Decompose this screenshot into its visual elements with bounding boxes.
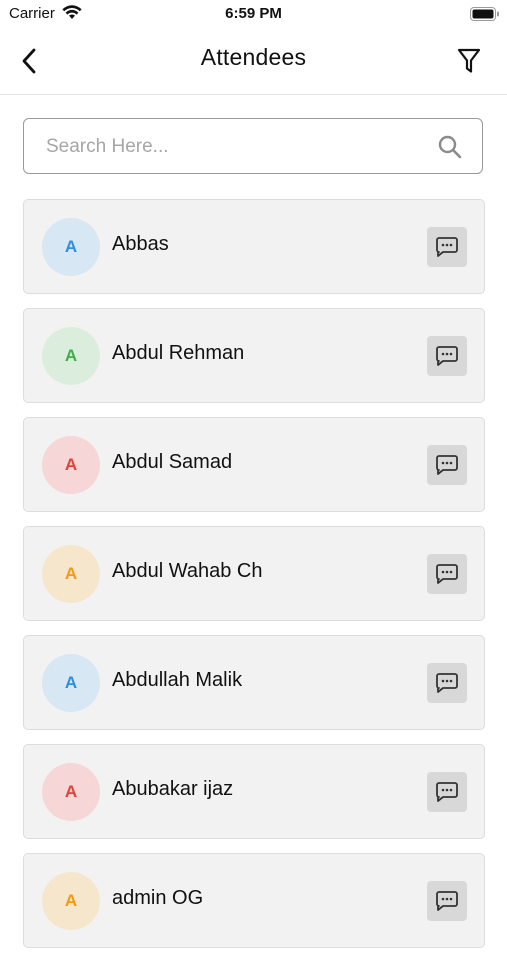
attendee-name: admin OG [112, 887, 204, 909]
attendee-row[interactable]: A Abdul Rehman [23, 308, 485, 403]
chat-bubble-icon [436, 237, 458, 257]
chat-button[interactable] [427, 554, 467, 594]
avatar-initial: A [64, 346, 78, 365]
attendee-name: Abdullah Malik [112, 669, 243, 691]
chat-bubble-icon [436, 782, 458, 802]
search-box [23, 118, 483, 175]
battery-icon [470, 7, 500, 26]
attendee-row[interactable]: A Abdul Samad [23, 417, 485, 512]
avatar: A [42, 327, 100, 385]
chat-button[interactable] [427, 227, 467, 267]
filter-button[interactable] [454, 46, 484, 76]
avatar: A [42, 436, 100, 494]
avatar: A [42, 872, 100, 930]
attendee-name: Abdul Wahab Ch [112, 560, 263, 582]
page-title: Attendees [200, 44, 307, 70]
chat-button[interactable] [427, 663, 467, 703]
status-time: 6:59 PM [225, 5, 282, 22]
avatar-initial: A [64, 782, 78, 801]
attendee-name: Abbas [112, 233, 169, 255]
avatar: A [42, 218, 100, 276]
attendee-row[interactable]: A Abubakar ijaz [23, 744, 485, 839]
search-input[interactable] [44, 119, 428, 175]
chat-bubble-icon [436, 346, 458, 366]
chat-button[interactable] [427, 772, 467, 812]
avatar: A [42, 763, 100, 821]
attendee-row[interactable]: A admin OG [23, 853, 485, 948]
chat-button[interactable] [427, 445, 467, 485]
attendee-row[interactable]: A Abbas [23, 199, 485, 294]
chat-bubble-icon [436, 455, 458, 475]
search-icon[interactable] [437, 134, 463, 165]
chat-bubble-icon [436, 891, 458, 911]
attendee-list: A Abbas A Abdul Rehman A Abdul Samad A A… [23, 199, 485, 962]
filter-icon [457, 48, 481, 73]
avatar-initial: A [64, 455, 78, 474]
avatar-initial: A [64, 564, 78, 583]
chat-bubble-icon [436, 564, 458, 584]
avatar-initial: A [64, 237, 78, 256]
chat-bubble-icon [436, 673, 458, 693]
attendee-row[interactable]: A Abdullah Malik [23, 635, 485, 730]
avatar-initial: A [64, 673, 78, 692]
chat-button[interactable] [427, 336, 467, 376]
chat-button[interactable] [427, 881, 467, 921]
avatar: A [42, 654, 100, 712]
avatar-initial: A [64, 891, 78, 910]
attendee-name: Abdul Samad [112, 451, 233, 473]
status-bar: Carrier 6:59 PM [0, 0, 507, 28]
attendee-name: Abubakar ijaz [112, 778, 234, 800]
attendee-name: Abdul Rehman [112, 342, 245, 364]
attendee-row[interactable]: A Abdul Wahab Ch [23, 526, 485, 621]
avatar: A [42, 545, 100, 603]
navigation-bar: Attendees [0, 28, 507, 95]
